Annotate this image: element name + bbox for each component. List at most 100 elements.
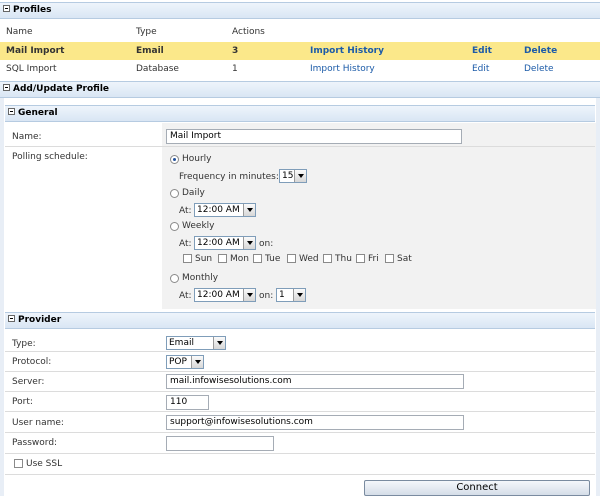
at-label: At: <box>179 206 192 216</box>
name-label: Name: <box>12 132 42 142</box>
divider <box>5 453 595 454</box>
username-input[interactable]: support@infowisesolutions.com <box>166 415 464 430</box>
add-update-section-header[interactable]: Add/Update Profile <box>0 81 600 98</box>
type-select[interactable]: Email <box>166 336 226 350</box>
hourly-radio[interactable] <box>170 155 179 164</box>
divider <box>5 146 595 147</box>
chevron-down-icon <box>243 237 255 249</box>
time-value: 12:00 AM <box>197 205 240 215</box>
at-label: At: <box>179 239 192 249</box>
day-label-thu: Thu <box>335 254 352 264</box>
day-label-sun: Sun <box>195 254 213 264</box>
use-ssl-checkbox[interactable] <box>14 459 23 468</box>
time-value: 12:00 AM <box>197 290 240 300</box>
provider-section-header[interactable]: Provider <box>5 312 595 329</box>
provider-title: Provider <box>18 315 62 325</box>
day-label-wed: Wed <box>299 254 319 264</box>
month-day-select[interactable]: 1 <box>276 288 306 302</box>
general-section-header[interactable]: General <box>5 105 595 122</box>
day-checkbox-wed[interactable] <box>287 254 296 263</box>
table-row-selected[interactable] <box>0 42 600 60</box>
monthly-label: Monthly <box>182 273 219 283</box>
weekly-radio[interactable] <box>170 222 179 231</box>
on-label: on: <box>259 291 274 301</box>
type-label: Type: <box>12 339 36 349</box>
delete-link[interactable]: Delete <box>524 64 554 74</box>
column-header-type: Type <box>136 27 157 37</box>
delete-link[interactable]: Delete <box>524 46 557 56</box>
server-input[interactable]: mail.infowisesolutions.com <box>166 374 464 389</box>
section-indent <box>0 98 4 496</box>
profile-count: 3 <box>232 46 239 56</box>
collapse-icon[interactable] <box>8 315 15 322</box>
day-label-mon: Mon <box>230 254 249 264</box>
import-history-link[interactable]: Import History <box>310 64 375 74</box>
profile-type: Email <box>136 46 164 56</box>
add-update-title: Add/Update Profile <box>13 84 110 94</box>
port-label: Port: <box>12 397 33 407</box>
name-input[interactable]: Mail Import <box>166 129 462 144</box>
password-input[interactable] <box>166 436 274 451</box>
on-label: on: <box>259 239 274 249</box>
daily-time-select[interactable]: 12:00 AM <box>194 203 256 217</box>
time-value: 12:00 AM <box>197 238 240 248</box>
day-checkbox-sun[interactable] <box>183 254 192 263</box>
at-label: At: <box>179 291 192 301</box>
day-label-tue: Tue <box>265 254 281 264</box>
profiles-title: Profiles <box>13 5 52 15</box>
chevron-down-icon <box>243 204 255 216</box>
chevron-down-icon <box>213 337 225 349</box>
monthly-radio[interactable] <box>170 274 179 283</box>
divider <box>5 391 595 392</box>
day-checkbox-sat[interactable] <box>385 254 394 263</box>
profile-type: Database <box>136 64 179 74</box>
chevron-down-icon <box>243 289 255 301</box>
daily-label: Daily <box>182 188 205 198</box>
column-header-name: Name <box>6 27 33 37</box>
collapse-icon[interactable] <box>8 108 15 115</box>
day-checkbox-mon[interactable] <box>218 254 227 263</box>
connect-button[interactable]: Connect <box>364 480 590 496</box>
frequency-label: Frequency in minutes: <box>179 172 279 182</box>
polling-schedule-label: Polling schedule: <box>12 152 88 162</box>
server-label: Server: <box>12 377 45 387</box>
protocol-select[interactable]: POP <box>166 355 204 369</box>
username-label: User name: <box>12 418 64 428</box>
general-title: General <box>18 108 58 118</box>
chevron-down-icon <box>191 356 203 368</box>
frequency-value: 15 <box>282 171 294 181</box>
day-checkbox-tue[interactable] <box>253 254 262 263</box>
port-input[interactable]: 110 <box>166 395 209 410</box>
daily-radio[interactable] <box>170 189 179 198</box>
protocol-value: POP <box>169 357 187 367</box>
divider <box>5 371 595 372</box>
divider <box>5 351 595 352</box>
divider <box>5 411 595 412</box>
profile-name: Mail Import <box>6 46 65 56</box>
protocol-label: Protocol: <box>12 357 52 367</box>
divider <box>5 432 595 433</box>
month-day-value: 1 <box>279 290 285 300</box>
profiles-section-header[interactable]: Profiles <box>0 2 600 19</box>
chevron-down-icon <box>294 170 306 182</box>
column-header-actions: Actions <box>232 27 265 37</box>
hourly-label: Hourly <box>182 154 212 164</box>
chevron-down-icon <box>293 289 305 301</box>
collapse-icon[interactable] <box>3 84 10 91</box>
use-ssl-label: Use SSL <box>26 459 63 469</box>
divider <box>5 474 595 475</box>
profile-name: SQL Import <box>6 64 57 74</box>
monthly-time-select[interactable]: 12:00 AM <box>194 288 256 302</box>
collapse-icon[interactable] <box>3 5 10 12</box>
type-value: Email <box>169 338 194 348</box>
edit-link[interactable]: Edit <box>472 64 489 74</box>
day-checkbox-fri[interactable] <box>356 254 365 263</box>
day-label-fri: Fri <box>368 254 379 264</box>
day-checkbox-thu[interactable] <box>323 254 332 263</box>
import-history-link[interactable]: Import History <box>310 46 384 56</box>
edit-link[interactable]: Edit <box>472 46 492 56</box>
day-label-sat: Sat <box>397 254 412 264</box>
frequency-select[interactable]: 15 <box>279 169 307 183</box>
section-indent <box>596 98 600 496</box>
weekly-time-select[interactable]: 12:00 AM <box>194 236 256 250</box>
